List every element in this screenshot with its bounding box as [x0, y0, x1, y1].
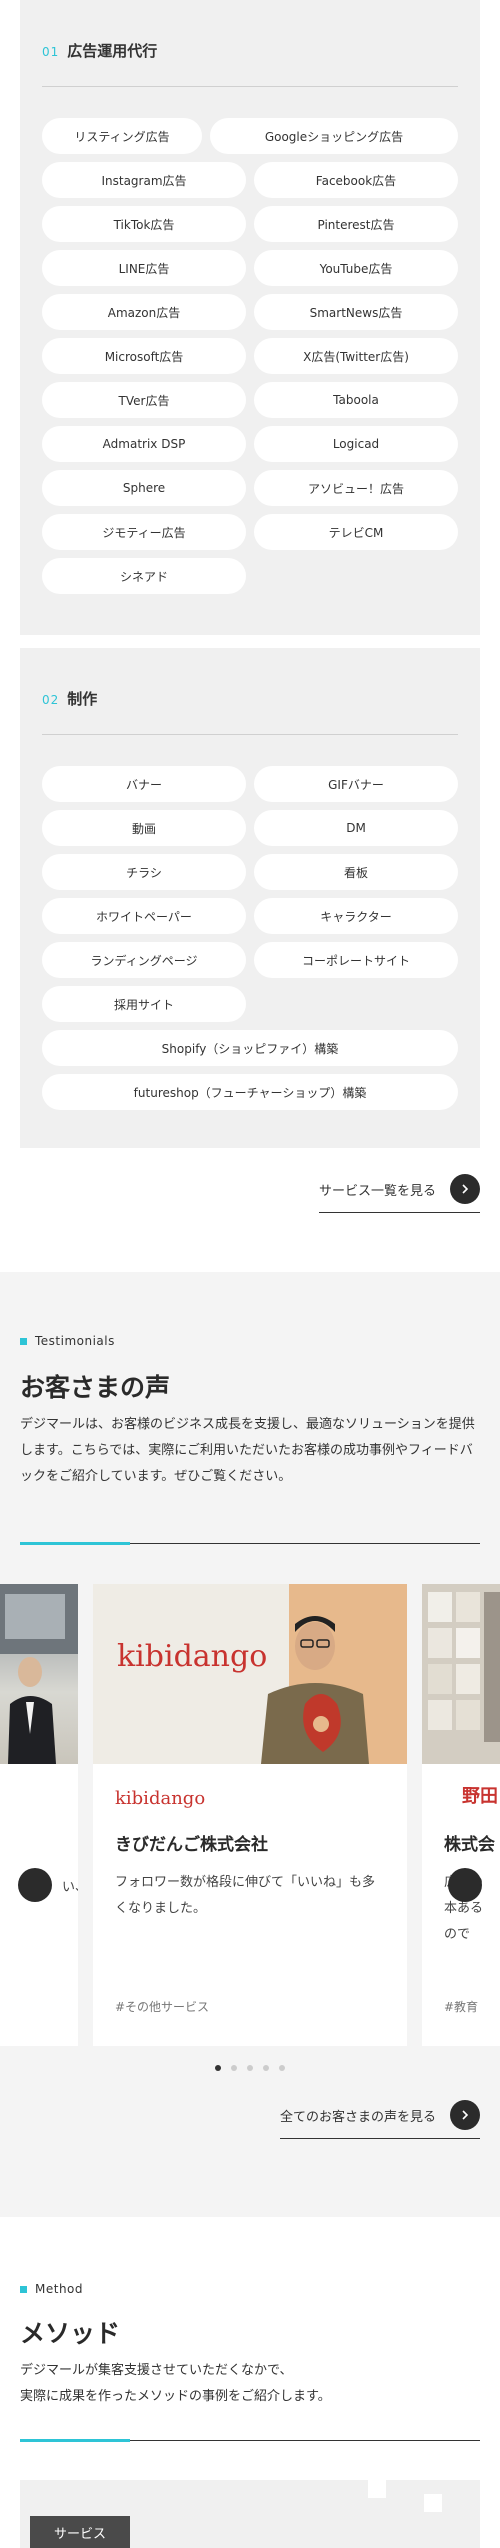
- service-item-pill[interactable]: LINE広告: [42, 250, 246, 286]
- service-item-pill[interactable]: ジモティー広告: [42, 514, 246, 550]
- all-testimonials-label: 全てのお客さまの声を見る: [279, 2109, 436, 2125]
- services-list-link[interactable]: サービス一覧を見る: [318, 1174, 480, 1213]
- all-testimonials-link[interactable]: 全てのお客さまの声を見る: [279, 2100, 480, 2139]
- testimonial-category-tag[interactable]: #その他サービス: [115, 1998, 209, 2015]
- arrow-right-icon: [450, 1174, 480, 1204]
- service-item-pill[interactable]: アソビュー！広告: [254, 470, 458, 506]
- carousel-pagination: [215, 2065, 285, 2071]
- service-item-pill[interactable]: Amazon広告: [42, 294, 246, 330]
- service-item-pill[interactable]: TVer広告: [42, 382, 246, 418]
- production-service-block: 02 制作 バナー GIFバナー 動画 DM チラシ 看板 ホワイトペーパー キャラクター ラン…: [20, 648, 480, 1148]
- testimonials-title: お客さまの声: [20, 1373, 171, 1402]
- service-item-pill[interactable]: Admatrix DSP: [42, 426, 246, 462]
- service-item-pill[interactable]: TikTok広告: [42, 206, 246, 242]
- square-bullet-icon: [20, 2285, 27, 2293]
- service-item-pill[interactable]: X広告(Twitter広告): [254, 338, 458, 374]
- kibidango-wall-logo: kibidango: [117, 1639, 267, 1674]
- method-tag-text: Method: [35, 2282, 84, 2296]
- testimonial-text: い、: [62, 1880, 78, 1895]
- service-item-pill[interactable]: バナー: [42, 766, 246, 802]
- method-tag: Method: [20, 2282, 83, 2296]
- testimonial-company: きびだんご株式会社: [115, 1835, 268, 1855]
- service-item-pill[interactable]: Taboola: [254, 382, 458, 418]
- service-item-pill[interactable]: 採用サイト: [42, 986, 246, 1022]
- testimonials-description: デジマールは、お客様のビジネス成長を支援し、最適なソリューションを提供します。こ…: [20, 1417, 475, 1484]
- service-item-pill[interactable]: Facebook広告: [254, 162, 458, 198]
- service-item-pill[interactable]: Shopify（ショッピファイ）構築: [42, 1030, 458, 1066]
- service-item-pill[interactable]: シネアド: [42, 558, 246, 594]
- ads-number: 01: [42, 45, 60, 59]
- service-item-pill[interactable]: GIFバナー: [254, 766, 458, 802]
- service-item-pill[interactable]: SmartNews広告: [254, 294, 458, 330]
- testimonial-card-prev[interactable]: い、: [0, 1584, 78, 2046]
- pagination-dot[interactable]: [279, 2065, 285, 2071]
- testimonial-card-kibidango[interactable]: kibidango kibidango きびだんご株式会社 フォロワー数が格段に…: [93, 1584, 407, 2046]
- arrow-right-icon: [450, 2100, 480, 2130]
- method-description: デジマールが集客支援させていただくなかで、 実際に成果を作ったメソッドの事例をご…: [20, 2358, 480, 2410]
- service-item-pill[interactable]: テレビCM: [254, 514, 458, 550]
- testimonial-photo: [422, 1584, 500, 1764]
- service-item-pill[interactable]: Logicad: [254, 426, 458, 462]
- service-item-pill[interactable]: Googleショッピング広告: [210, 118, 458, 154]
- pagination-dot[interactable]: [231, 2065, 237, 2071]
- testimonial-photo: [0, 1584, 78, 1764]
- service-item-pill[interactable]: Sphere: [42, 470, 246, 506]
- service-item-pill[interactable]: 動画: [42, 810, 246, 846]
- service-item-pill[interactable]: チラシ: [42, 854, 246, 890]
- carousel-next-button[interactable]: [448, 1868, 482, 1902]
- carousel-prev-button[interactable]: [18, 1868, 52, 1902]
- service-item-pill[interactable]: 看板: [254, 854, 458, 890]
- testimonial-photo: kibidango: [93, 1584, 407, 1764]
- testimonial-text: フォロワー数が格段に伸びて「いいね」も多くなりました。: [115, 1875, 376, 1916]
- method-description-line: デジマールが集客支援させていただくなかで、: [20, 2363, 293, 2378]
- service-item-pill[interactable]: リスティング広告: [42, 118, 202, 154]
- service-item-pill[interactable]: ホワイトペーパー: [42, 898, 246, 934]
- service-item-pill[interactable]: futureshop（フューチャーショップ）構築: [42, 1074, 458, 1110]
- services-list-label: サービス一覧を見る: [318, 1183, 436, 1199]
- method-category-badge: サービス: [30, 2516, 130, 2548]
- ads-heading: 01 広告運用代行: [42, 40, 157, 61]
- testimonials-progress-line: [20, 1542, 480, 1545]
- pagination-dot[interactable]: [215, 2065, 221, 2071]
- method-title: メソッド: [20, 2319, 121, 2348]
- service-item-pill[interactable]: DM: [254, 810, 458, 846]
- ads-service-block: 01 広告運用代行 リスティング広告 Googleショッピング広告 Instagra…: [20, 0, 480, 635]
- service-item-pill[interactable]: ランディングページ: [42, 942, 246, 978]
- testimonial-company: 株式会: [444, 1835, 495, 1855]
- service-item-pill[interactable]: Instagram広告: [42, 162, 246, 198]
- testimonials-tag: Testimonials: [20, 1334, 115, 1348]
- production-heading: 02 制作: [42, 688, 97, 709]
- kibidango-logo: kibidango: [115, 1788, 206, 1809]
- method-progress-line: [20, 2439, 480, 2442]
- square-bullet-icon: [20, 1337, 27, 1345]
- divider: [42, 86, 458, 87]
- service-item-pill[interactable]: コーポレートサイト: [254, 942, 458, 978]
- production-number: 02: [42, 693, 60, 707]
- production-title: 制作: [67, 690, 98, 708]
- service-item-pill[interactable]: Pinterest広告: [254, 206, 458, 242]
- service-item-pill[interactable]: Microsoft広告: [42, 338, 246, 374]
- testimonial-category-tag[interactable]: #教育: [444, 1998, 478, 2015]
- testimonials-tag-text: Testimonials: [35, 1334, 115, 1348]
- divider: [42, 734, 458, 735]
- testimonial-card-next[interactable]: 野田 株式会 広告の本あるので #教育: [422, 1584, 500, 2046]
- pagination-dot[interactable]: [247, 2065, 253, 2071]
- ads-title: 広告運用代行: [67, 42, 158, 60]
- service-item-pill[interactable]: YouTube広告: [254, 250, 458, 286]
- noda-logo: 野田: [462, 1786, 498, 1807]
- pagination-dot[interactable]: [263, 2065, 269, 2071]
- method-description-line: 実際に成果を作ったメソッドの事例をご紹介します。: [20, 2389, 331, 2404]
- service-item-pill[interactable]: キャラクター: [254, 898, 458, 934]
